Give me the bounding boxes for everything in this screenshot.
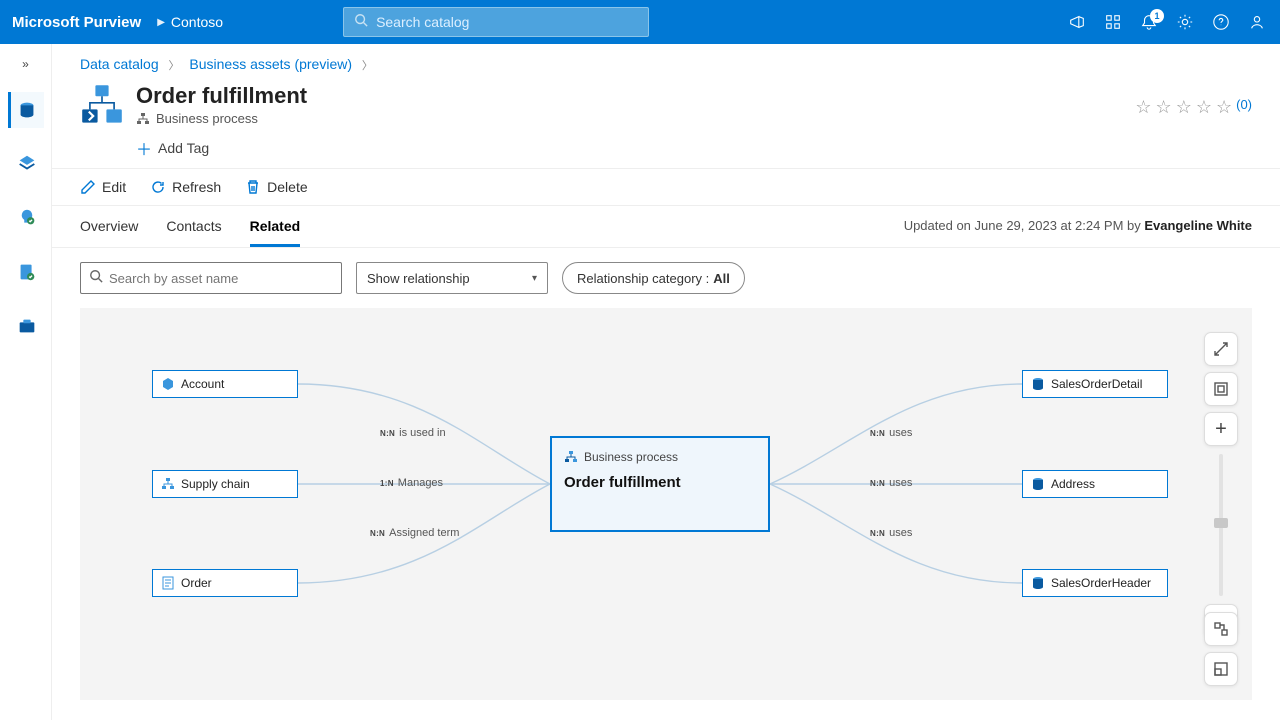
entity-center[interactable]: Business process Order fulfillment (550, 436, 770, 532)
database-icon (1031, 377, 1045, 391)
nav-insights[interactable] (8, 200, 44, 236)
process-icon (136, 112, 150, 126)
edge-label: N:Nis used in (380, 427, 446, 439)
rating-count: (0) (1236, 97, 1252, 112)
last-updated: Updated on June 29, 2023 at 2:24 PM by E… (904, 218, 1252, 247)
relationship-dropdown[interactable]: Show relationship▾ (356, 262, 548, 294)
zoom-in-button[interactable]: + (1204, 412, 1238, 446)
refresh-button[interactable]: Refresh (150, 179, 221, 195)
minimap-button[interactable] (1204, 612, 1238, 646)
expand-nav-icon[interactable]: » (12, 54, 40, 74)
tenant-name[interactable]: Contoso (171, 14, 223, 30)
entity-address[interactable]: Address (1022, 470, 1168, 498)
entity-account[interactable]: Account (152, 370, 298, 398)
tab-overview[interactable]: Overview (80, 218, 138, 247)
edge-label: N:NAssigned term (370, 527, 459, 539)
tab-related[interactable]: Related (250, 218, 301, 247)
asset-type: Business process (136, 111, 307, 126)
tab-contacts[interactable]: Contacts (166, 218, 221, 247)
search-icon (89, 269, 103, 288)
settings-icon[interactable] (1174, 11, 1196, 33)
brand-separator-icon: ▶ (157, 17, 165, 28)
rating-stars[interactable]: ☆☆☆☆☆ (0) (1135, 83, 1252, 160)
breadcrumb: Data catalog 〉 Business assets (preview)… (52, 44, 1280, 79)
entity-salesorderheader[interactable]: SalesOrderHeader (1022, 569, 1168, 597)
database-icon (1031, 576, 1045, 590)
star-icon: ☆ (1135, 97, 1151, 118)
fullscreen-button[interactable] (1204, 332, 1238, 366)
fit-to-screen-button[interactable] (1204, 372, 1238, 406)
star-icon: ☆ (1216, 97, 1232, 118)
asset-search-input[interactable] (109, 271, 333, 286)
plus-icon: ＋ (136, 136, 152, 160)
account-icon[interactable] (1246, 11, 1268, 33)
apps-icon[interactable] (1102, 11, 1124, 33)
star-icon: ☆ (1156, 97, 1172, 118)
entity-supply-chain[interactable]: Supply chain (152, 470, 298, 498)
left-nav: » (0, 44, 52, 720)
document-icon (161, 576, 175, 590)
zoom-slider[interactable] (1219, 454, 1223, 596)
entity-salesorderdetail[interactable]: SalesOrderDetail (1022, 370, 1168, 398)
zoom-thumb[interactable] (1214, 518, 1228, 528)
notification-badge: 1 (1150, 9, 1164, 23)
megaphone-icon[interactable] (1066, 11, 1088, 33)
database-icon (1031, 477, 1045, 491)
process-icon (564, 450, 578, 464)
cube-icon (161, 377, 175, 391)
help-icon[interactable] (1210, 11, 1232, 33)
chevron-right-icon: 〉 (362, 60, 373, 72)
hierarchy-icon (161, 477, 175, 491)
nav-data-map[interactable] (8, 146, 44, 182)
nav-management[interactable] (8, 308, 44, 344)
business-process-icon (80, 83, 124, 127)
edge-label: 1:NManages (380, 477, 443, 489)
chevron-right-icon: 〉 (169, 60, 180, 72)
relationship-canvas[interactable]: Account Supply chain Order Business proc… (80, 308, 1252, 700)
category-filter[interactable]: Relationship category : All (562, 262, 745, 294)
edit-button[interactable]: Edit (80, 179, 126, 195)
nav-data-catalog[interactable] (8, 92, 44, 128)
global-search[interactable] (343, 7, 649, 37)
chevron-down-icon: ▾ (532, 273, 537, 284)
asset-title: Order fulfillment (136, 83, 307, 109)
edge-label: N:Nuses (870, 527, 912, 539)
crumb-catalog[interactable]: Data catalog (80, 56, 159, 72)
crumb-business-assets[interactable]: Business assets (preview) (189, 56, 352, 72)
notifications-icon[interactable]: 1 (1138, 11, 1160, 33)
asset-search[interactable] (80, 262, 342, 294)
edge-label: N:Nuses (870, 477, 912, 489)
entity-order[interactable]: Order (152, 569, 298, 597)
search-icon (354, 13, 368, 32)
brand: Microsoft Purview (12, 14, 141, 31)
legend-button[interactable] (1204, 652, 1238, 686)
delete-button[interactable]: Delete (245, 179, 307, 195)
nav-policy[interactable] (8, 254, 44, 290)
star-icon: ☆ (1176, 97, 1192, 118)
edge-label: N:Nuses (870, 427, 912, 439)
global-search-input[interactable] (376, 14, 638, 30)
add-tag-button[interactable]: ＋ Add Tag (136, 136, 307, 160)
star-icon: ☆ (1196, 97, 1212, 118)
